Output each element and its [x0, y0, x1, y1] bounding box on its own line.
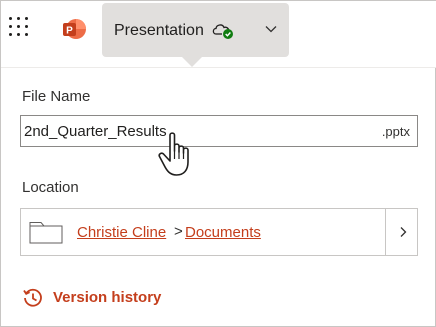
app-launcher-icon[interactable]	[9, 17, 29, 37]
chevron-right-icon[interactable]	[398, 226, 408, 238]
hand-pointer-cursor-icon	[158, 132, 189, 176]
location-field[interactable]: Christie Cline > Documents	[20, 208, 418, 256]
location-divider	[385, 209, 386, 255]
powerpoint-icon: P	[63, 19, 86, 39]
svg-text:P: P	[66, 26, 73, 37]
flyout-pointer	[182, 57, 202, 67]
document-title-tab[interactable]: Presentation	[102, 3, 289, 57]
header-bar: P Presentation	[1, 1, 436, 68]
file-name-value[interactable]: 2nd_Quarter_Results	[24, 123, 167, 140]
breadcrumb-link-owner[interactable]: Christie Cline	[77, 224, 166, 241]
breadcrumb-separator: >	[174, 223, 183, 240]
cloud-check-icon	[212, 24, 233, 39]
file-name-label: File Name	[22, 88, 91, 105]
location-label: Location	[22, 179, 79, 196]
file-info-panel: P Presentation File Name 2nd_Quarter_Res…	[0, 0, 436, 327]
chevron-down-icon[interactable]	[265, 24, 277, 34]
file-name-field[interactable]: 2nd_Quarter_Results .pptx	[20, 115, 418, 147]
version-history-label: Version history	[53, 289, 162, 306]
breadcrumb-link-folder[interactable]: Documents	[185, 224, 261, 241]
document-title: Presentation	[114, 22, 204, 39]
history-icon	[23, 288, 42, 307]
file-extension: .pptx	[381, 124, 410, 139]
folder-icon	[29, 222, 63, 244]
